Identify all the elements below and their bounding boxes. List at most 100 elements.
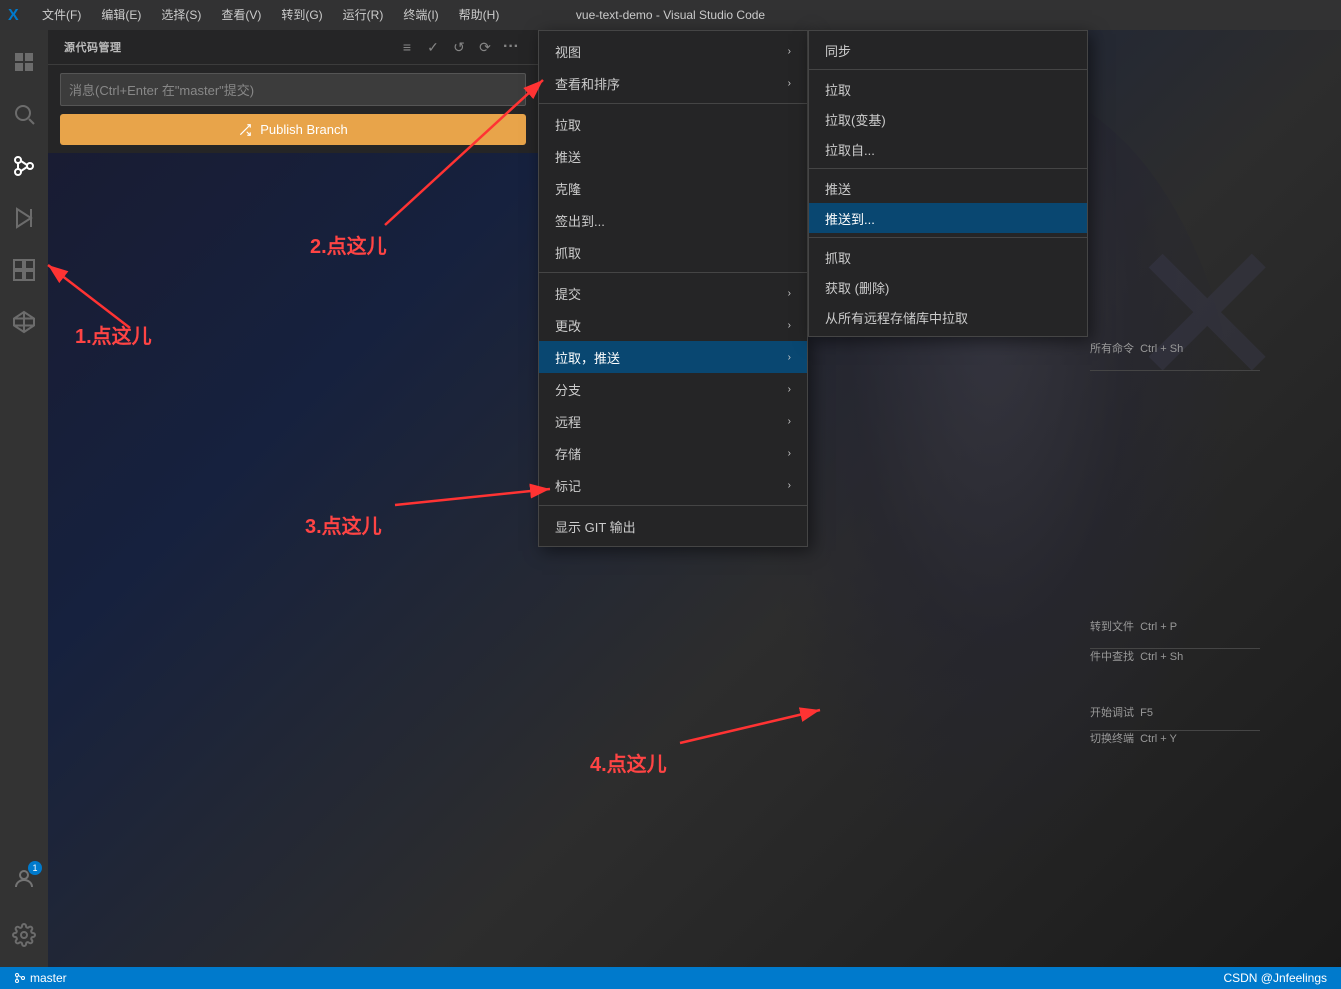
scm-panel: 源代码管理 ≡ ✓ ↺ ⟳ ··· 消息(Ctrl+Enter 在"master… (48, 30, 538, 153)
chevron-right-icon: › (788, 352, 791, 363)
activity-run[interactable] (0, 194, 48, 242)
menu-item-branch-label: 分支 (555, 380, 581, 399)
menu-goto[interactable]: 转到(G) (271, 0, 332, 30)
menu-item-remote[interactable]: 远程 › (539, 405, 807, 437)
sub-menu-sync[interactable]: 同步 (809, 35, 1087, 65)
menu-item-pull-label: 拉取 (555, 115, 581, 134)
menu-item-branch[interactable]: 分支 › (539, 373, 807, 405)
menu-item-push[interactable]: 推送 (539, 140, 807, 172)
sub-menu-fetch[interactable]: 抓取 (809, 242, 1087, 272)
sub-menu-separator-2 (809, 168, 1087, 169)
sub-menu-separator-3 (809, 237, 1087, 238)
menu-item-view[interactable]: 视图 › (539, 35, 807, 67)
sub-menu-pull-from[interactable]: 拉取自... (809, 134, 1087, 164)
activity-account[interactable]: 1 (0, 855, 48, 903)
chevron-right-icon: › (788, 320, 791, 331)
menu-edit[interactable]: 编辑(E) (91, 0, 151, 30)
scm-commit-btn[interactable]: ✓ (422, 36, 444, 58)
menu-item-pull-push[interactable]: 拉取，推送 › (539, 341, 807, 373)
menu-item-stash-label: 存储 (555, 444, 581, 463)
sub-menu-push-to[interactable]: 推送到... (809, 203, 1087, 233)
menu-item-changes-label: 更改 (555, 316, 581, 335)
menu-item-commit[interactable]: 提交 › (539, 277, 807, 309)
publish-btn-label: Publish Branch (260, 122, 347, 137)
menu-item-stash[interactable]: 存储 › (539, 437, 807, 469)
chevron-right-icon: › (788, 384, 791, 395)
sub-menu-fetch-prune[interactable]: 获取 (删除) (809, 272, 1087, 302)
menu-item-clone[interactable]: 克隆 (539, 172, 807, 204)
menu-item-sort[interactable]: 查看和排序 › (539, 67, 807, 99)
menu-item-show-git-output[interactable]: 显示 GIT 输出 (539, 510, 807, 542)
menu-select[interactable]: 选择(S) (151, 0, 211, 30)
sub-menu-pull[interactable]: 拉取 (809, 74, 1087, 104)
scm-title: 源代码管理 (64, 39, 122, 55)
chevron-right-icon: › (788, 416, 791, 427)
activitybar: 1 (0, 30, 48, 967)
chevron-right-icon: › (788, 448, 791, 459)
menu-item-fetch-label: 抓取 (555, 243, 581, 262)
chevron-right-icon: › (788, 288, 791, 299)
menu-file[interactable]: 文件(F) (32, 0, 91, 30)
menu-item-view-label: 视图 (555, 42, 581, 61)
statusbar-attribution: CSDN @Jnfeelings (1217, 971, 1333, 985)
menu-item-checkout-label: 签出到... (555, 211, 605, 230)
activity-scm[interactable] (0, 142, 48, 190)
sub-menu-pull-from-all[interactable]: 从所有远程存储库中拉取 (809, 302, 1087, 332)
menu-item-changes[interactable]: 更改 › (539, 309, 807, 341)
scm-menu-btn[interactable]: ≡ (396, 36, 418, 58)
activity-remote[interactable] (0, 298, 48, 346)
sub-menu-pull-from-label: 拉取自... (825, 140, 875, 159)
main-dropdown-menu: 视图 › 查看和排序 › 拉取 推送 克隆 签出到... 抓取 提交 › 更改 … (538, 30, 808, 547)
menu-help[interactable]: 帮助(H) (449, 0, 510, 30)
activity-search[interactable] (0, 90, 48, 138)
activity-settings[interactable] (0, 911, 48, 959)
menu-item-fetch[interactable]: 抓取 (539, 236, 807, 268)
sub-menu-push-to-label: 推送到... (825, 209, 875, 228)
scm-header: 源代码管理 ≡ ✓ ↺ ⟳ ··· (48, 30, 538, 65)
activity-extensions[interactable] (0, 246, 48, 294)
activity-explorer[interactable] (0, 38, 48, 86)
sub-menu-push[interactable]: 推送 (809, 173, 1087, 203)
menu-terminal[interactable]: 终端(I) (393, 0, 448, 30)
menu-item-remote-label: 远程 (555, 412, 581, 431)
menu-separator-1 (539, 103, 807, 104)
menu-item-push-label: 推送 (555, 147, 581, 166)
window-title: vue-text-demo - Visual Studio Code (576, 8, 765, 22)
sub-menu-push-label: 推送 (825, 179, 851, 198)
sub-menu-fetch-label: 抓取 (825, 248, 851, 267)
sub-menu-separator-1 (809, 69, 1087, 70)
branch-name: master (30, 971, 67, 985)
menu-item-tags[interactable]: 标记 › (539, 469, 807, 501)
menu-run[interactable]: 运行(R) (333, 0, 394, 30)
menu-item-clone-label: 克隆 (555, 179, 581, 198)
sub-menu-pull-from-all-label: 从所有远程存储库中拉取 (825, 308, 968, 327)
menu-item-show-git-output-label: 显示 GIT 输出 (555, 517, 636, 536)
sub-menu-fetch-prune-label: 获取 (删除) (825, 278, 889, 297)
sub-menu-pull-rebase-label: 拉取(变基) (825, 110, 886, 129)
scm-refresh-btn[interactable]: ⟳ (474, 36, 496, 58)
menu-separator-2 (539, 272, 807, 273)
sub-menu-pull-rebase[interactable]: 拉取(变基) (809, 104, 1087, 134)
chevron-right-icon: › (788, 480, 791, 491)
menu-item-checkout[interactable]: 签出到... (539, 204, 807, 236)
scm-undo-btn[interactable]: ↺ (448, 36, 470, 58)
titlebar: X 文件(F) 编辑(E) 选择(S) 查看(V) 转到(G) 运行(R) 终端… (0, 0, 1341, 30)
vscode-icon: X (8, 7, 24, 23)
sub-menu-sync-label: 同步 (825, 41, 851, 60)
menu-item-pull[interactable]: 拉取 (539, 108, 807, 140)
scm-message-box[interactable]: 消息(Ctrl+Enter 在"master"提交) (60, 73, 526, 106)
menu-item-tags-label: 标记 (555, 476, 581, 495)
menu-item-sort-label: 查看和排序 (555, 74, 620, 93)
chevron-right-icon: › (788, 78, 791, 89)
menu-view[interactable]: 查看(V) (211, 0, 271, 30)
statusbar-branch[interactable]: master (8, 971, 73, 985)
menu-item-commit-label: 提交 (555, 284, 581, 303)
scm-more-btn[interactable]: ··· (500, 36, 522, 58)
statusbar-right: CSDN @Jnfeelings (1217, 971, 1333, 985)
menu-separator-3 (539, 505, 807, 506)
publish-branch-button[interactable]: Publish Branch (60, 114, 526, 145)
statusbar: master CSDN @Jnfeelings (0, 967, 1341, 989)
sub-menu-pull-label: 拉取 (825, 80, 851, 99)
scm-actions: ≡ ✓ ↺ ⟳ ··· (396, 36, 522, 58)
account-badge: 1 (28, 861, 42, 875)
